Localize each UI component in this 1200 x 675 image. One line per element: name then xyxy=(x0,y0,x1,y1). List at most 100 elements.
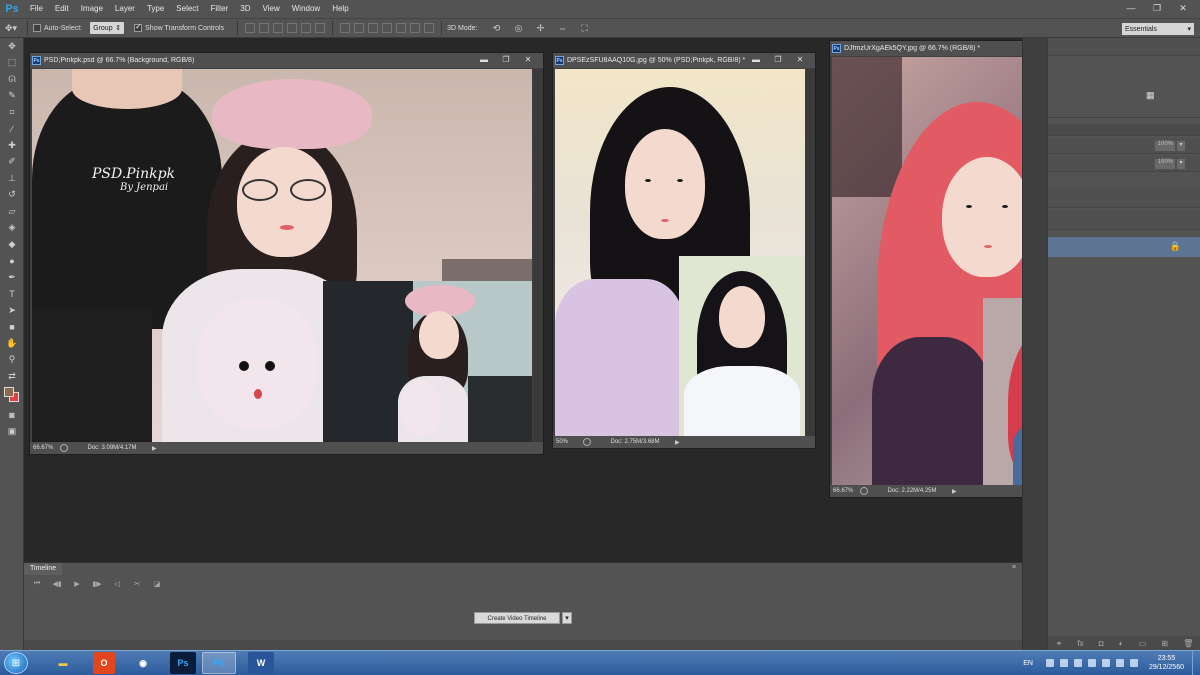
play-icon[interactable]: ▶ xyxy=(70,580,84,592)
document-tab-1[interactable]: Ps PSD;Pinkpk.psd @ 66.7% (Background, R… xyxy=(30,53,543,68)
audio-icon[interactable]: ◁ xyxy=(110,580,124,592)
network-icon[interactable] xyxy=(1087,659,1096,667)
file-explorer-icon[interactable]: ▬ xyxy=(46,652,80,674)
distribute-bottom-icon[interactable] xyxy=(368,23,379,33)
panel-header[interactable] xyxy=(1048,38,1200,56)
link-layers-icon[interactable]: ⚭ xyxy=(1056,639,1063,648)
blur-tool-icon[interactable]: ◆ xyxy=(0,236,24,253)
new-layer-icon[interactable]: ⊞ xyxy=(1161,639,1168,648)
zoom-level[interactable]: 66.67% xyxy=(30,445,56,451)
zoom-level[interactable]: 50% xyxy=(553,439,579,445)
volume-icon[interactable] xyxy=(1101,659,1110,667)
vertical-scrollbar[interactable] xyxy=(533,69,543,442)
menu-filter[interactable]: Filter xyxy=(205,0,235,18)
workspace-dropdown[interactable]: Essentials ▾ xyxy=(1122,23,1194,35)
3d-scale-icon[interactable]: ⛶ xyxy=(576,21,592,35)
hand-tool-icon[interactable]: ✋ xyxy=(0,335,24,352)
info-icon[interactable] xyxy=(60,444,68,452)
menu-layer[interactable]: Layer xyxy=(109,0,141,18)
dodge-tool-icon[interactable]: ● xyxy=(0,253,24,270)
show-transform-option[interactable]: Show Transform Controls xyxy=(134,24,224,32)
vertical-scrollbar[interactable] xyxy=(805,69,815,437)
paint-bucket-tool-icon[interactable]: ◈ xyxy=(0,220,24,237)
document-window-1[interactable]: Ps PSD;Pinkpk.psd @ 66.7% (Background, R… xyxy=(29,52,544,455)
menu-select[interactable]: Select xyxy=(170,0,204,18)
layer-row[interactable] xyxy=(1048,188,1200,208)
history-brush-tool-icon[interactable]: ↺ xyxy=(0,187,24,204)
menu-3d[interactable]: 3D xyxy=(234,0,256,18)
doc-minimize-button[interactable]: ▬ xyxy=(473,53,495,67)
distribute-left-icon[interactable] xyxy=(382,23,393,33)
distribute-vcenter-icon[interactable] xyxy=(354,23,365,33)
chrome-icon[interactable]: ◉ xyxy=(126,652,160,674)
info-icon[interactable] xyxy=(583,438,591,446)
info-icon[interactable] xyxy=(860,487,868,495)
close-button[interactable]: ✕ xyxy=(1170,0,1196,16)
zoom-tool-icon[interactable]: ⚲ xyxy=(0,352,24,369)
restore-button[interactable]: ❐ xyxy=(1144,0,1170,16)
clock[interactable]: 23:55 29/12/2560 xyxy=(1149,654,1184,672)
menu-help[interactable]: Help xyxy=(326,0,354,18)
document-tab-2[interactable]: Ps DPSEzSFU8AAQ10G.jpg @ 50% (PSD;Pinkpk… xyxy=(553,53,815,68)
adjustment-layer-icon[interactable]: ◐ xyxy=(1119,639,1124,648)
menu-window[interactable]: Window xyxy=(286,0,326,18)
timeline-type-dropdown[interactable]: ▾ xyxy=(562,612,572,624)
distribute-top-icon[interactable] xyxy=(340,23,351,33)
menu-type[interactable]: Type xyxy=(141,0,170,18)
doc-minimize-button[interactable]: ▬ xyxy=(745,53,767,67)
layer-row-background-selected[interactable]: 🔒 xyxy=(1048,237,1200,257)
3d-slide-icon[interactable]: ⇔ xyxy=(554,21,570,35)
tray-icon[interactable] xyxy=(1129,659,1138,667)
align-left-icon[interactable] xyxy=(287,23,298,33)
distribute-right-icon[interactable] xyxy=(410,23,421,33)
chevron-down-icon[interactable]: ▾ xyxy=(1177,159,1185,169)
minimize-button[interactable]: — xyxy=(1118,0,1144,16)
quick-mask-icon[interactable]: ◙ xyxy=(0,407,24,424)
auto-select-option[interactable]: Auto-Select: xyxy=(33,24,82,32)
doc-close-button[interactable]: ✕ xyxy=(789,53,811,67)
menu-view[interactable]: View xyxy=(257,0,286,18)
grid-icon[interactable]: ▦ xyxy=(1146,90,1155,101)
path-select-tool-icon[interactable]: ➤ xyxy=(0,302,24,319)
trash-icon[interactable]: 🗑 xyxy=(1183,639,1193,648)
screen-mode-icon[interactable]: ▣ xyxy=(0,423,24,440)
next-frame-icon[interactable]: ▮▶ xyxy=(90,580,104,592)
auto-select-checkbox[interactable] xyxy=(33,24,41,32)
eyedropper-tool-icon[interactable]: ⁄ xyxy=(0,121,24,138)
quick-select-tool-icon[interactable]: ✎ xyxy=(0,88,24,105)
align-vcenter-icon[interactable] xyxy=(259,23,270,33)
group-icon[interactable]: ▭ xyxy=(1139,639,1147,648)
go-to-first-frame-icon[interactable]: ⏮ xyxy=(30,580,44,592)
flag-icon[interactable] xyxy=(1073,659,1082,667)
show-transform-checkbox[interactable] xyxy=(134,24,143,32)
align-right-icon[interactable] xyxy=(315,23,326,33)
transition-icon[interactable]: ◪ xyxy=(150,580,164,592)
foreground-color-swatch[interactable] xyxy=(4,386,14,397)
move-tool-icon[interactable]: ✥ xyxy=(0,38,24,55)
menu-file[interactable]: File xyxy=(24,0,49,18)
status-menu-arrow-icon[interactable]: ▶ xyxy=(152,445,157,452)
tray-icon[interactable] xyxy=(1115,659,1124,667)
create-video-timeline-button[interactable]: Create Video Timeline xyxy=(474,612,560,624)
align-bottom-icon[interactable] xyxy=(273,23,284,33)
office-icon[interactable]: O xyxy=(93,652,115,674)
start-button[interactable]: ⊞ xyxy=(4,652,28,674)
healing-brush-tool-icon[interactable]: ✚ xyxy=(0,137,24,154)
tray-icon[interactable] xyxy=(1045,659,1054,667)
show-desktop-button[interactable] xyxy=(1192,651,1200,675)
layer-row[interactable] xyxy=(1048,210,1200,230)
marquee-tool-icon[interactable]: ⬚ xyxy=(0,55,24,72)
eraser-tool-icon[interactable]: ▱ xyxy=(0,203,24,220)
distribute-hcenter-icon[interactable] xyxy=(396,23,407,33)
3d-drag-icon[interactable]: ✢ xyxy=(532,21,548,35)
clone-stamp-tool-icon[interactable]: ⊥ xyxy=(0,170,24,187)
3d-rotate-icon[interactable]: ⟲ xyxy=(488,21,504,35)
auto-align-icon[interactable] xyxy=(424,23,435,33)
word-icon[interactable]: W xyxy=(248,652,274,674)
previous-frame-icon[interactable]: ◀▮ xyxy=(50,580,64,592)
status-menu-arrow-icon[interactable]: ▶ xyxy=(952,488,957,495)
align-top-icon[interactable] xyxy=(245,23,256,33)
language-indicator[interactable]: EN xyxy=(1023,660,1033,667)
timeline-tab[interactable]: Timeline xyxy=(24,563,63,575)
type-tool-icon[interactable]: T xyxy=(0,286,24,303)
